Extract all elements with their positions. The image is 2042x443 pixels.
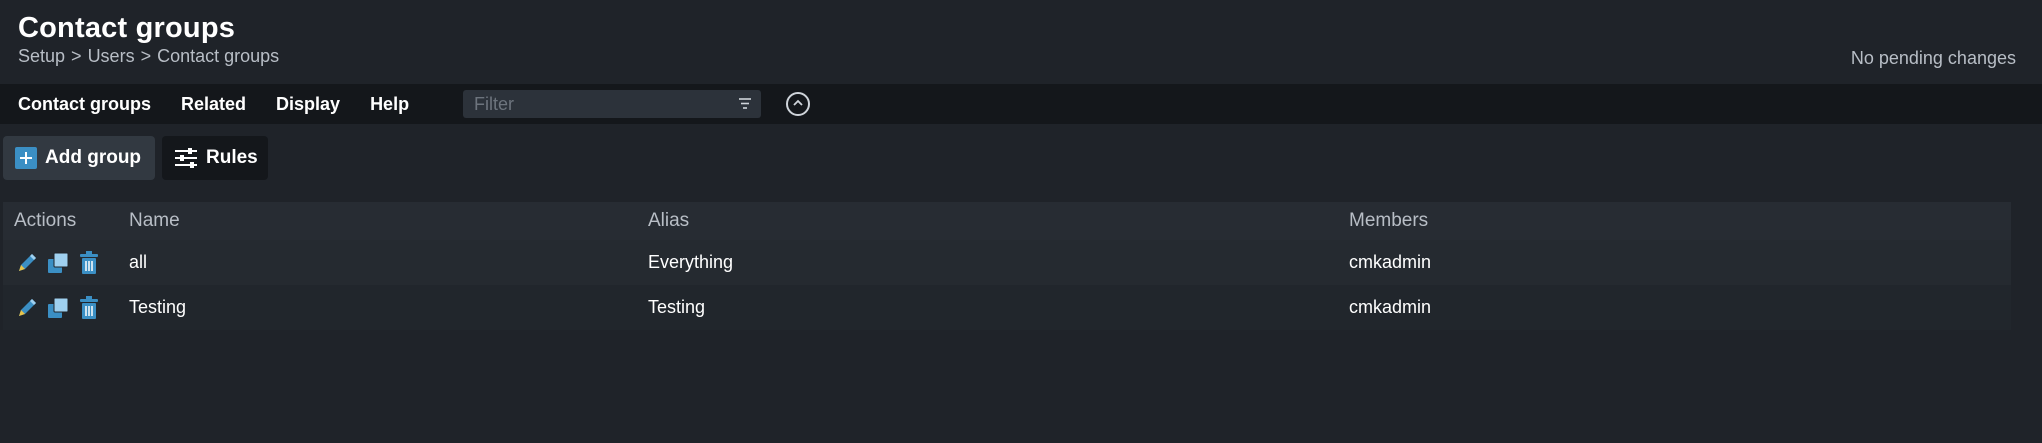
menu-contact-groups[interactable]: Contact groups [18,94,151,115]
plus-icon [15,147,37,169]
menu-display[interactable]: Display [276,94,340,115]
cell-name: all [129,252,148,272]
header-name[interactable]: Name [129,210,180,232]
row-actions [14,295,102,321]
rules-label: Rules [206,147,258,168]
cell-alias: Everything [648,252,734,272]
pending-changes-status[interactable]: No pending changes [1851,48,2016,69]
page-title: Contact groups [18,12,236,44]
cell-alias: Testing [648,297,706,317]
clone-icon[interactable] [45,250,71,276]
cell-name: Testing [129,297,187,317]
menu-related[interactable]: Related [181,94,246,115]
menu-help[interactable]: Help [370,94,409,115]
breadcrumb-setup[interactable]: Setup [18,46,65,67]
trash-icon[interactable] [76,250,102,276]
filter-box [463,90,761,118]
filter-icon[interactable] [737,96,753,112]
add-group-button[interactable]: Add group [3,136,155,180]
menu-bar: Contact groups Related Display Help [0,84,2042,124]
table-row: Testing Testing cmkadmin [3,285,2011,330]
header-actions: Actions [14,210,77,231]
cell-members: cmkadmin [1349,252,1432,272]
toolbar: Add group Rules [0,124,2042,202]
breadcrumb-contact-groups[interactable]: Contact groups [157,46,279,67]
breadcrumb-separator: > [71,46,82,66]
title-bar: Contact groups Setup > Users > Contact g… [0,0,2042,84]
contact-groups-table: Actions Name Alias Members all Everythin… [3,202,2011,330]
clone-icon[interactable] [45,295,71,321]
filter-input[interactable] [472,92,722,116]
rules-icon [174,148,198,168]
breadcrumb-users[interactable]: Users [88,46,135,67]
header-members[interactable]: Members [1349,210,1428,232]
table-row: all Everything cmkadmin [3,240,2011,285]
collapse-button[interactable] [786,92,810,116]
cell-members: cmkadmin [1349,297,1432,317]
header-alias[interactable]: Alias [648,210,689,232]
pencil-icon[interactable] [14,295,40,321]
row-actions [14,250,102,276]
table-header: Actions Name Alias Members [3,202,2011,240]
add-group-label: Add group [45,147,142,168]
trash-icon[interactable] [76,295,102,321]
breadcrumb-separator: > [140,46,152,66]
rules-button[interactable]: Rules [162,136,268,180]
breadcrumb: Setup > Users > Contact groups [18,46,279,67]
pencil-icon[interactable] [14,250,40,276]
chevron-up-icon [792,95,804,113]
